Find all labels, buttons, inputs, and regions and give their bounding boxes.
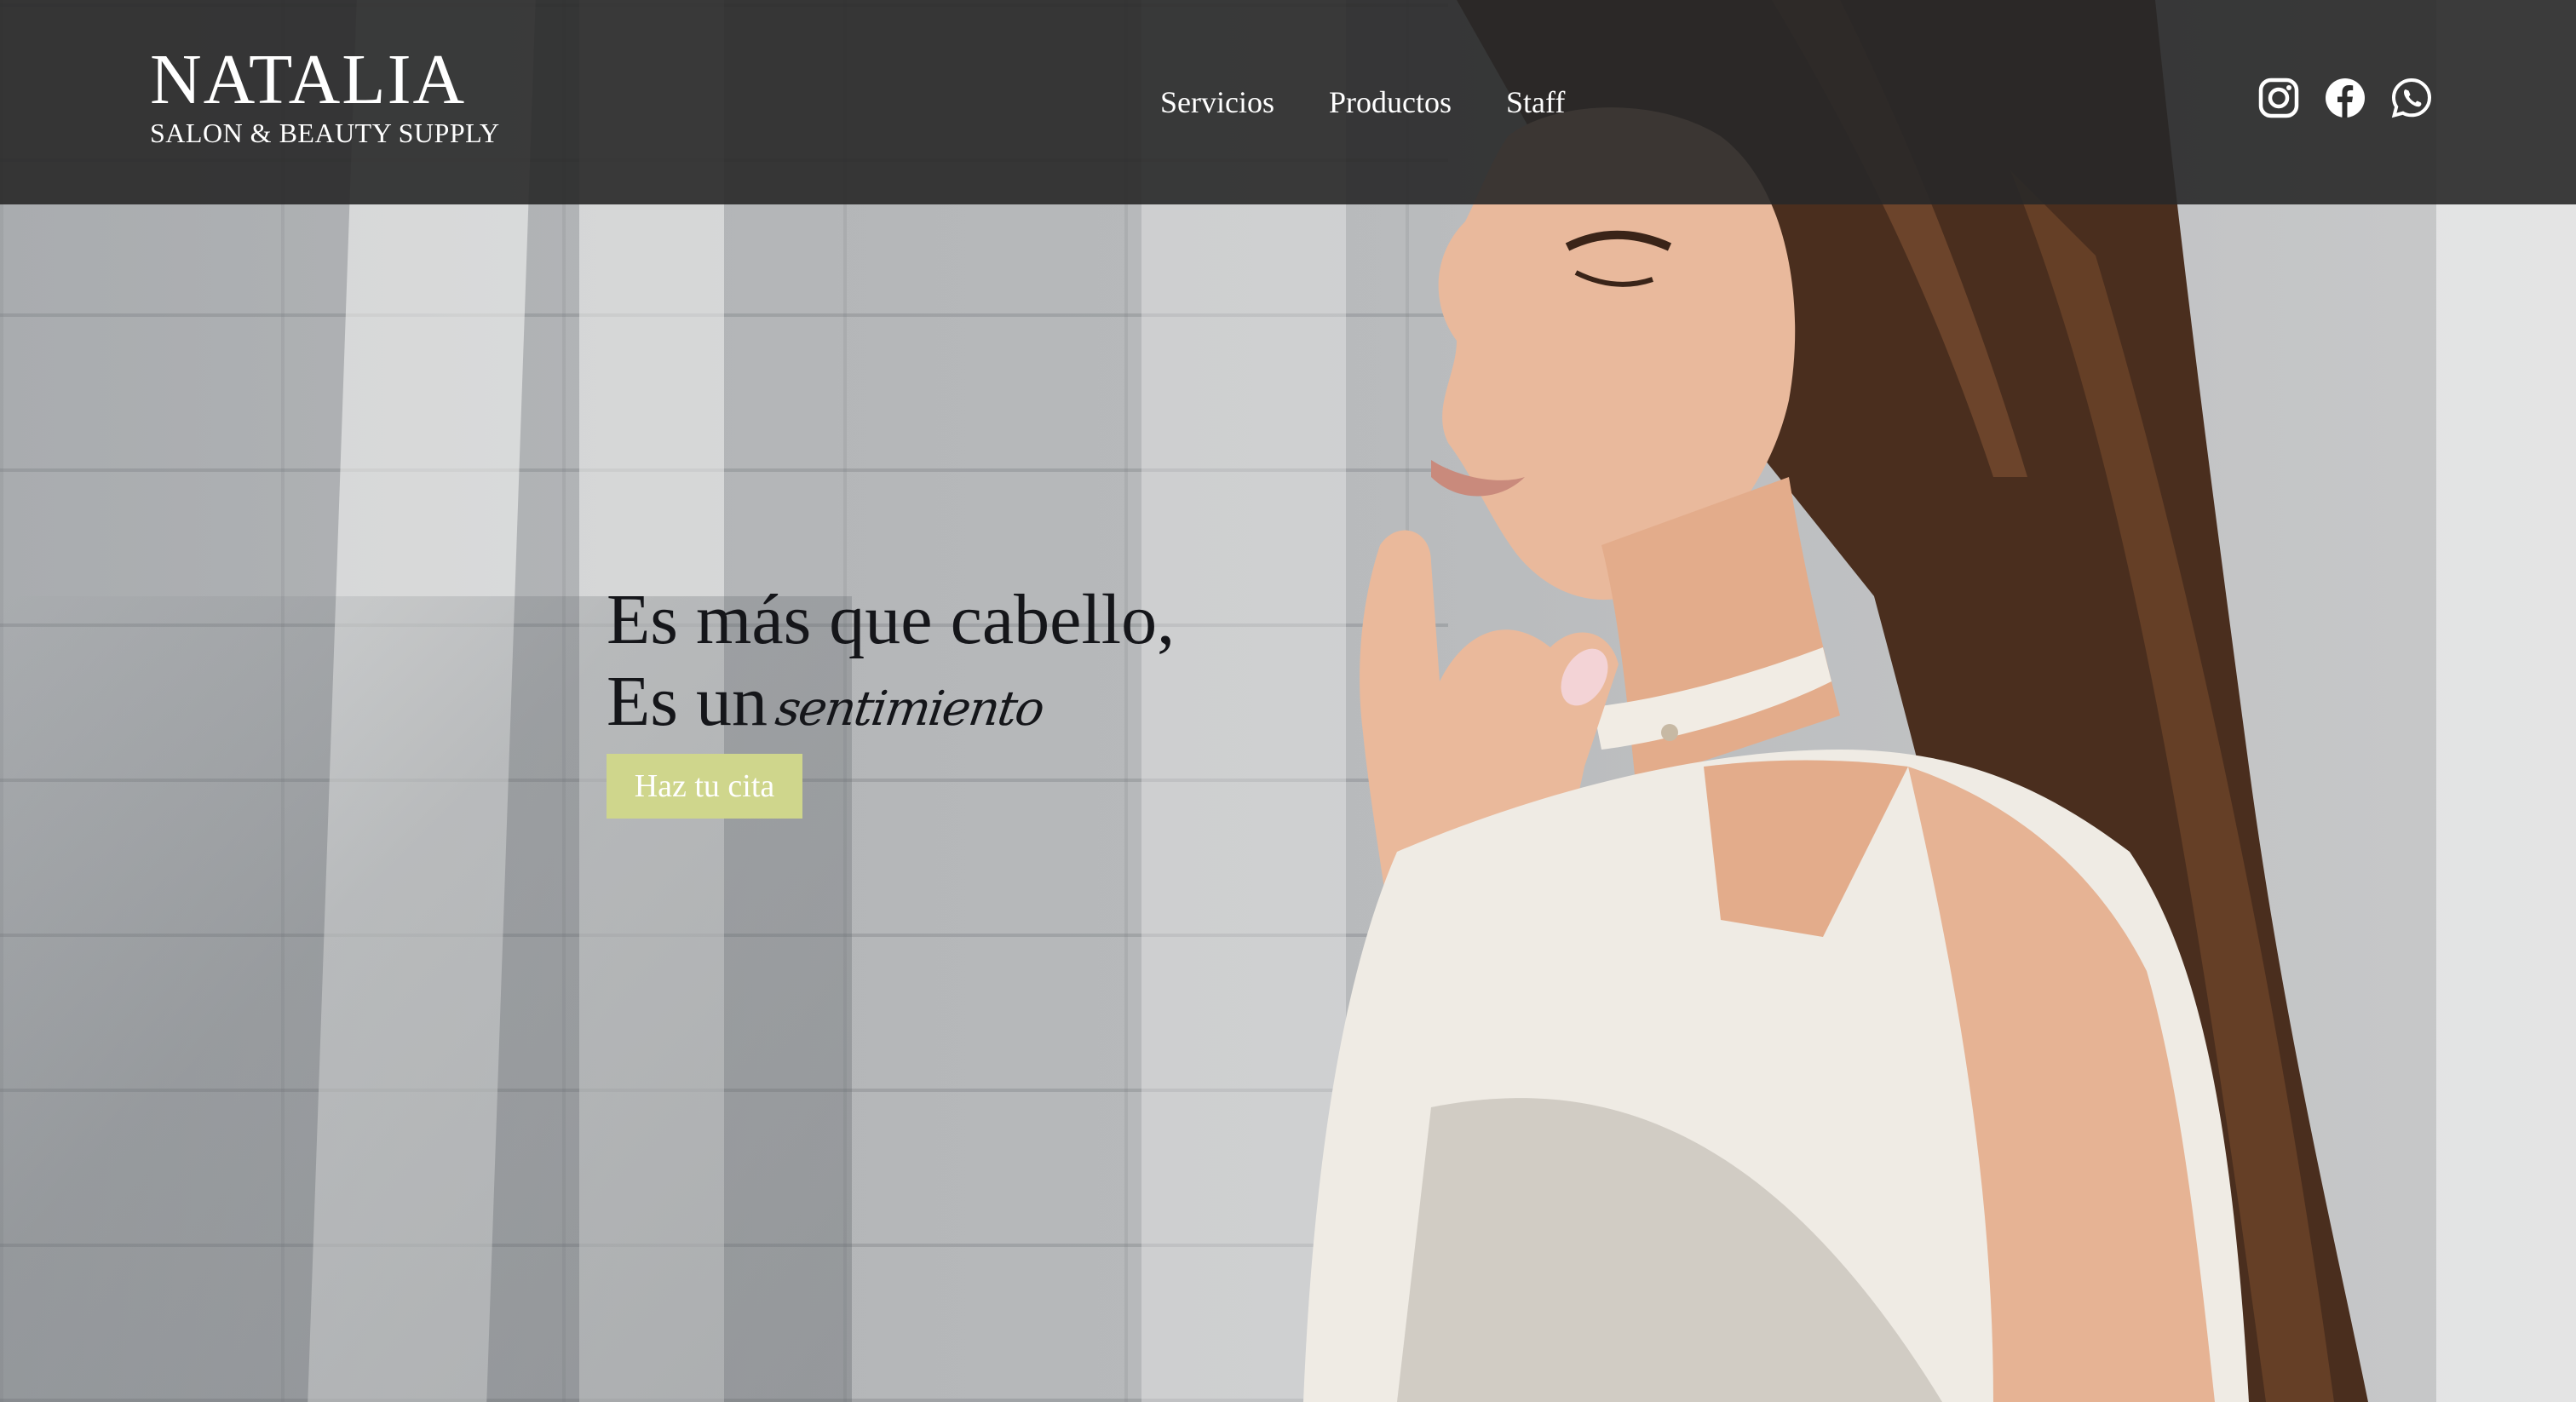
book-appointment-button[interactable]: Haz tu cita (607, 754, 802, 819)
headline-script-word: sentimiento (772, 681, 1047, 737)
model-photo (1176, 0, 2453, 1402)
headline-line-2-prefix: Es un (607, 662, 768, 741)
hero-headline: Es más que cabello, Es unsentimiento (607, 579, 1175, 750)
instagram-icon[interactable] (2257, 77, 2300, 119)
nav-item-servicios[interactable]: Servicios (1160, 78, 1274, 126)
main-nav: Servicios Productos Staff (1160, 78, 1565, 126)
top-navbar: NATALIA SALON & BEAUTY SUPPLY Servicios … (0, 0, 2576, 204)
brand-name: NATALIA (150, 40, 467, 119)
social-links (2257, 77, 2433, 119)
brand-logo[interactable]: NATALIA SALON & BEAUTY SUPPLY (150, 40, 500, 149)
headline-line-1: Es más que cabello, (607, 580, 1176, 659)
hero-background-image (0, 0, 2576, 1402)
sunlight-stripe (2436, 0, 2576, 1402)
nav-item-productos[interactable]: Productos (1329, 78, 1452, 126)
facebook-icon[interactable] (2324, 77, 2366, 119)
whatsapp-icon[interactable] (2390, 77, 2433, 119)
brand-subtitle: SALON & BEAUTY SUPPLY (150, 118, 500, 148)
headline-line-2: Es unsentimiento (607, 661, 1175, 750)
nav-item-staff[interactable]: Staff (1506, 78, 1565, 126)
